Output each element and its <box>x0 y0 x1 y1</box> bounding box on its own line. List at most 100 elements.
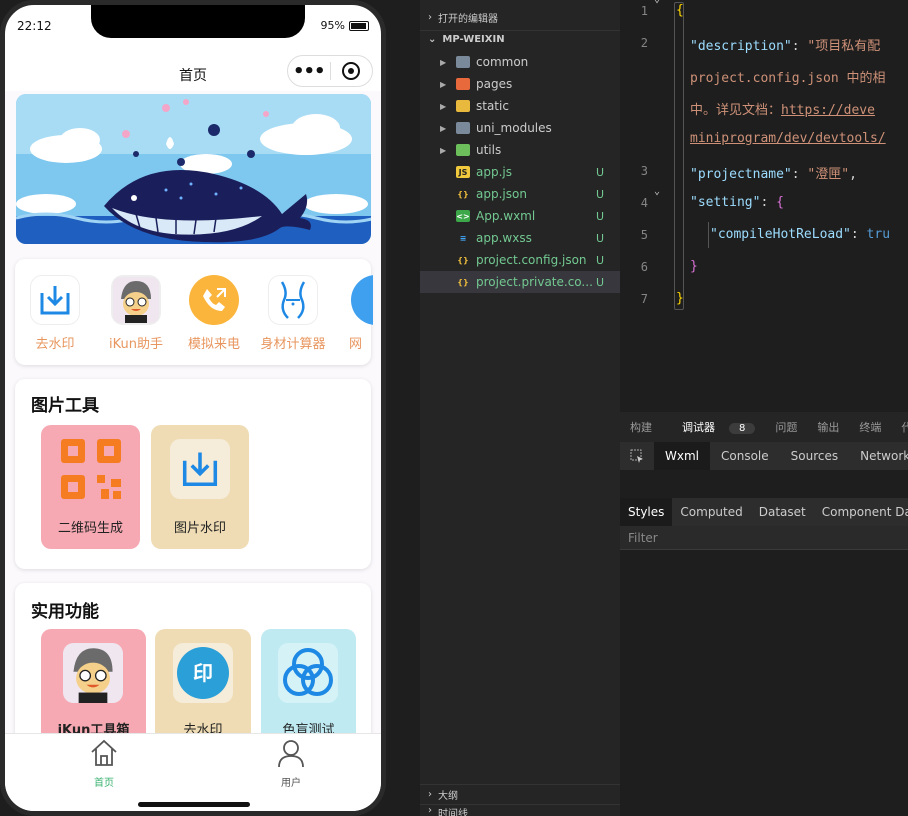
tab-code[interactable]: 代码 <box>891 419 908 435</box>
tab-home[interactable]: 首页 <box>74 738 134 789</box>
bracket-highlight <box>674 2 684 310</box>
file-project-config[interactable]: {} project.config.json U <box>420 249 620 271</box>
folder-pages[interactable]: ▶ pages <box>420 73 620 95</box>
file-app-wxml[interactable]: <> App.wxml U <box>420 205 620 227</box>
quick-tool-remove-watermark[interactable]: 去水印 <box>17 275 93 352</box>
tab-user[interactable]: 用户 <box>261 738 321 789</box>
phone-notch <box>91 5 305 38</box>
svg-text:印: 印 <box>193 661 213 685</box>
wxml-tree[interactable] <box>620 470 908 498</box>
outline-header[interactable]: › 大纲 <box>420 784 620 804</box>
color-circles-icon <box>278 643 338 703</box>
folder-common[interactable]: ▶ common <box>420 51 620 73</box>
tool-remove-watermark[interactable]: 印 去水印 <box>155 629 251 733</box>
fold-chevron-icon[interactable]: ⌄ <box>654 186 660 197</box>
code-token: } <box>690 259 698 274</box>
folder-static[interactable]: ▶ static <box>420 95 620 117</box>
folder-uni-modules[interactable]: ▶ uni_modules <box>420 117 620 139</box>
tab-debugger[interactable]: 调试器 8 <box>662 419 765 435</box>
tab-component-data[interactable]: Component Data <box>814 498 908 526</box>
file-app-wxss[interactable]: ≡ app.wxss U <box>420 227 620 249</box>
quick-tool-web[interactable]: 网 <box>333 275 373 352</box>
folder-icon <box>456 78 470 90</box>
tab-label: 首页 <box>94 778 114 789</box>
chevron-right-icon: ▶ <box>440 57 447 67</box>
devtools-panel-tabs: Wxml Console Sources Network <box>620 442 908 470</box>
inspect-element-icon[interactable] <box>620 442 654 470</box>
devtools-top-tabs: 构建 调试器 8 问题 输出 终端 代码 <box>620 412 908 442</box>
chevron-right-icon: › <box>428 789 432 800</box>
open-editors-label: 打开的编辑器 <box>438 13 498 25</box>
tab-console[interactable]: Console <box>710 442 780 470</box>
file-app-js[interactable]: JS app.js U <box>420 161 620 183</box>
status-battery: 95% <box>321 19 369 32</box>
quick-tool-label: 去水印 <box>35 337 75 352</box>
tool-image-watermark[interactable]: 图片水印 <box>151 425 249 549</box>
tab-build[interactable]: 构建 <box>620 419 662 435</box>
tool-label: 图片水印 <box>173 521 226 536</box>
folder-name: uni_modules <box>476 121 552 135</box>
fold-chevron-icon[interactable]: ⌄ <box>654 0 660 5</box>
chevron-right-icon: ▶ <box>440 145 447 155</box>
open-editors-header[interactable]: › 打开的编辑器 <box>420 8 620 26</box>
tab-terminal[interactable]: 终端 <box>849 419 891 435</box>
file-project-private-config[interactable]: {} project.private.co... U <box>420 271 620 293</box>
wxml-file-icon: <> <box>456 210 470 222</box>
chevron-right-icon: ▶ <box>440 79 447 89</box>
target-icon <box>342 62 361 80</box>
tab-styles[interactable]: Styles <box>620 498 673 526</box>
more-menu-button[interactable]: ••• <box>288 61 330 82</box>
phone-call-icon <box>189 275 239 325</box>
quick-tool-label: 身材计算器 <box>260 337 326 352</box>
tool-qrcode[interactable]: 二维码生成 <box>41 425 140 549</box>
section-title: 实用功能 <box>31 602 99 622</box>
tool-color-blind-test[interactable]: 色盲测试 <box>261 629 356 733</box>
folder-utils[interactable]: ▶ utils <box>420 139 620 161</box>
quick-tool-label: 网 <box>349 337 363 352</box>
globe-icon <box>351 275 373 325</box>
timeline-header[interactable]: › 时间线 <box>420 804 620 816</box>
tab-wxml[interactable]: Wxml <box>654 442 710 470</box>
page-content[interactable]: 去水印 iKun助手 模拟来电 身材计算器 网 图片工具 二维码生成 图片水印 … <box>5 91 381 733</box>
utility-tools-card: 实用功能 iKun工具箱 印 去水印 色盲测试 <box>15 583 371 733</box>
filter-input[interactable]: Filter <box>620 526 908 550</box>
tab-label: 用户 <box>281 778 301 789</box>
banner-image[interactable] <box>16 94 371 244</box>
battery-percent: 95% <box>320 19 345 32</box>
file-app-json[interactable]: {} app.json U <box>420 183 620 205</box>
folder-name: common <box>476 55 529 69</box>
tab-computed[interactable]: Computed <box>672 498 750 526</box>
line-number: 4 <box>640 196 648 210</box>
code-token: "项目私有配 <box>807 39 881 54</box>
tool-label: 去水印 <box>183 723 223 733</box>
code-token: project.config.json 中的相 <box>690 71 886 86</box>
folder-icon <box>456 56 470 68</box>
json-file-icon: {} <box>457 189 469 199</box>
tab-sources[interactable]: Sources <box>780 442 849 470</box>
mini-program-capsule: ••• <box>287 55 373 87</box>
project-header[interactable]: ⌄ MP-WEIXIN <box>420 30 620 48</box>
doc-link[interactable]: https://deve <box>781 103 875 118</box>
folder-name: utils <box>476 143 502 157</box>
devtools-panel: 构建 调试器 8 问题 输出 终端 代码 Wxml Console Sources… <box>620 412 908 816</box>
tool-ikun-toolbox[interactable]: iKun工具箱 <box>41 629 146 733</box>
quick-tool-body-calculator[interactable]: 身材计算器 <box>255 275 331 352</box>
tab-output[interactable]: 输出 <box>807 419 849 435</box>
folder-icon <box>456 122 470 134</box>
line-number: 5 <box>640 228 648 242</box>
quick-tool-ikun[interactable]: iKun助手 <box>98 275 174 352</box>
file-name: app.wxss <box>476 231 532 245</box>
file-name: App.wxml <box>476 209 536 223</box>
tab-problems[interactable]: 问题 <box>765 419 807 435</box>
issue-count-badge: 8 <box>729 423 756 434</box>
user-icon <box>278 740 304 768</box>
close-program-button[interactable] <box>330 62 372 80</box>
tab-network[interactable]: Network <box>849 442 908 470</box>
code-token: "description" <box>690 39 792 54</box>
tab-dataset[interactable]: Dataset <box>751 498 814 526</box>
file-name: project.private.co... <box>476 275 593 289</box>
code-editor[interactable]: 1 2 3 4 5 6 7 ⌄ ⌄ { "description": "项目私有… <box>620 0 908 412</box>
quick-tool-fake-call[interactable]: 模拟来电 <box>176 275 252 352</box>
doc-link[interactable]: miniprogram/dev/devtools/ <box>690 131 886 146</box>
quick-tools-card: 去水印 iKun助手 模拟来电 身材计算器 网 <box>15 259 373 365</box>
